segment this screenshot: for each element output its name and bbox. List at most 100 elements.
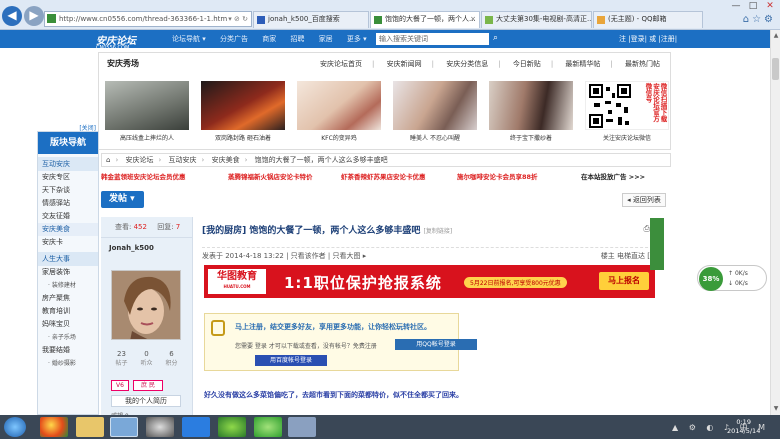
- new-post-button[interactable]: 发帖 ▾: [101, 191, 144, 208]
- banner-signup-button[interactable]: 马上报名: [599, 272, 649, 290]
- nav-item[interactable]: 分类广告: [220, 35, 248, 43]
- showcase-item[interactable]: 双岗路封路 砸石油着: [201, 81, 285, 142]
- document-app-icon[interactable]: [288, 417, 316, 437]
- close-tab-icon[interactable]: ×: [470, 12, 476, 27]
- address-controls-icon[interactable]: ▾ ⊘ ↻: [228, 12, 248, 26]
- nav-item[interactable]: 家居: [319, 35, 333, 43]
- search-input[interactable]: 输入搜索关键词: [376, 33, 489, 45]
- avatar[interactable]: [111, 270, 181, 340]
- nav-item[interactable]: 论坛导航 ▾: [172, 35, 206, 43]
- tab-baidu[interactable]: jonah_k500_百度搜索: [253, 11, 369, 28]
- post-count[interactable]: 23: [109, 350, 134, 358]
- showcase-link[interactable]: 安庆分类信息: [446, 60, 488, 68]
- ie-app-icon[interactable]: [110, 417, 138, 437]
- post-meta-text[interactable]: 发表于 2014-4-18 13:22 | 只看该作者 | 只看大图 ▸: [202, 252, 366, 260]
- sidebar-item[interactable]: 我要结婚: [38, 344, 98, 357]
- ad-link[interactable]: 在本站投放广告 >>>: [581, 171, 645, 184]
- forward-icon[interactable]: ▶: [24, 6, 44, 26]
- sidebar-item[interactable]: 情感驿站: [38, 197, 98, 210]
- sidebar-item[interactable]: 房产聚焦: [38, 292, 98, 305]
- close-window-icon[interactable]: ✕: [762, 1, 778, 11]
- nav-item[interactable]: 商家: [262, 35, 276, 43]
- showcase-item[interactable]: 终于宝下撒纱着: [489, 81, 573, 142]
- sidebar-item[interactable]: 教育培训: [38, 305, 98, 318]
- ad-banner[interactable]: 华图教育 HUATU.COM 1:1职位保护抢报系统 5月22日前报名,可享受8…: [204, 265, 655, 298]
- sidebar-subitem[interactable]: · 婚纱摄影: [38, 357, 98, 370]
- showcase-item[interactable]: 微信扫描下载 安庆论坛官方 微信号 关注安庆论坛微信: [585, 81, 669, 142]
- copy-link[interactable]: [复制链接]: [424, 228, 453, 235]
- showcase-image: [489, 81, 573, 130]
- sidebar-subitem[interactable]: · 装修建材: [38, 279, 98, 292]
- site-logo[interactable]: 安庆论坛 CN0556.COM: [96, 32, 136, 51]
- showcase-link[interactable]: 安庆论坛首页: [320, 60, 362, 68]
- tab-video[interactable]: 大丈夫第30集-电视剧-高清正...: [481, 11, 592, 28]
- breadcrumb-item[interactable]: 安庆论坛: [126, 156, 154, 164]
- scroll-up-icon[interactable]: ▲: [772, 32, 780, 40]
- tab-current-thread[interactable]: 饱饱的大餐了一顿，两个人... ×: [370, 11, 480, 28]
- profile-button[interactable]: 我的个人简历: [111, 395, 181, 407]
- sidebar-close-link[interactable]: [关闭]: [79, 123, 96, 132]
- showcase-link[interactable]: 今日新贴: [513, 60, 541, 68]
- scroll-down-icon[interactable]: ▼: [772, 405, 780, 413]
- player-app-icon[interactable]: [182, 417, 210, 437]
- showcase-link[interactable]: 最新精华帖: [565, 60, 600, 68]
- login-links[interactable]: 注 |登录| 或 |注册|: [619, 34, 677, 44]
- page-scrollbar[interactable]: ▲ ▼: [770, 30, 780, 415]
- sidebar-section-title[interactable]: 互动安庆: [38, 157, 98, 171]
- app-icon[interactable]: [254, 417, 282, 437]
- network-speed-widget[interactable]: 38% ↑ 0K/s ↓ 0K/s: [697, 265, 767, 291]
- ad-link[interactable]: 韩金蓝领班安庆论坛会员优惠: [101, 171, 186, 184]
- sidebar-item[interactable]: 家居装饰: [38, 266, 98, 279]
- breadcrumb-item[interactable]: 互动安庆: [169, 156, 197, 164]
- follower-count[interactable]: 0: [134, 350, 159, 358]
- sidebar-subitem[interactable]: · 亲子乐场: [38, 331, 98, 344]
- folder-app-icon[interactable]: [76, 417, 104, 437]
- nav-item[interactable]: 招聘: [290, 35, 304, 43]
- breadcrumb-item[interactable]: 饱饱的大餐了一顿，两个人这么多够丰盛吧: [255, 156, 388, 164]
- maximize-icon[interactable]: □: [745, 1, 761, 11]
- score-count[interactable]: 6: [159, 350, 184, 358]
- search-icon[interactable]: ⌕: [493, 33, 505, 45]
- tab-title: 大丈夫第30集-电视剧-高清正...: [496, 15, 592, 23]
- nav-item[interactable]: 更多 ▾: [347, 35, 367, 43]
- scroll-thumb[interactable]: [772, 58, 779, 80]
- media-app-icon[interactable]: [146, 417, 174, 437]
- showcase-caption: 双岗路封路 砸石油着: [215, 135, 271, 142]
- back-to-list-button[interactable]: ◂ 返回列表: [622, 193, 666, 207]
- sidebar-item[interactable]: 妈咪宝贝: [38, 318, 98, 331]
- showcase-link[interactable]: 最新热门帖: [625, 60, 660, 68]
- ad-link[interactable]: 蒸腾锦福新火锅店安论卡特价: [228, 171, 313, 184]
- showcase-item[interactable]: KFC的变异鸡: [297, 81, 381, 142]
- ad-link[interactable]: 施尔咖啡安论卡会员享88折: [457, 171, 538, 184]
- showcase-link[interactable]: 安庆新闻网: [387, 60, 422, 68]
- author-name[interactable]: Jonah_k500: [109, 244, 192, 252]
- chrome-app-icon[interactable]: [40, 417, 68, 437]
- minimize-icon[interactable]: —: [728, 1, 744, 11]
- sidebar-item-active[interactable]: 安庆美食: [38, 223, 98, 236]
- ad-link[interactable]: 虾茶香辣虾苏果店安论卡优惠: [341, 171, 426, 184]
- showcase-item[interactable]: 睡美人 不忍心叫醒: [393, 81, 477, 142]
- toolbar-icons[interactable]: ⌂☆⚙: [743, 14, 776, 25]
- sidebar-item[interactable]: 交友征婚: [38, 210, 98, 223]
- register-text[interactable]: 您需要 登录 才可以下载或查看，没有帐号？免费注册: [235, 341, 377, 350]
- sidebar-item[interactable]: 天下杂谈: [38, 184, 98, 197]
- qq-app-icon[interactable]: [218, 417, 246, 437]
- showcase-item[interactable]: 高压线盒上摔烂的人: [105, 81, 189, 142]
- address-bar[interactable]: http://www.cn0556.com/thread-363366-1-1.…: [44, 11, 252, 27]
- back-icon[interactable]: ◀: [2, 6, 22, 26]
- sidebar-item[interactable]: 安庆专区: [38, 171, 98, 184]
- post-count-label: 帖子: [115, 360, 128, 367]
- clock[interactable]: 0:19 2014/5/14: [727, 418, 760, 436]
- sidebar-section-title[interactable]: 人生大事: [38, 252, 98, 266]
- register-headline[interactable]: 马上注册，结交更多好友，享用更多功能，让你轻松玩转社区。: [235, 322, 431, 332]
- sidebar-item[interactable]: 安庆卡: [38, 236, 98, 249]
- baidu-login-button[interactable]: 用百度帐号登录: [255, 355, 327, 366]
- side-qr-tab[interactable]: [650, 218, 664, 270]
- tab-qqmail[interactable]: (无主题) - QQ邮箱: [593, 11, 703, 28]
- showcase-image: [105, 81, 189, 130]
- start-button-icon[interactable]: [4, 417, 26, 437]
- breadcrumb-item[interactable]: 安庆美食: [212, 156, 240, 164]
- home-icon[interactable]: ⌂: [106, 156, 110, 164]
- showcase-image: [297, 81, 381, 130]
- qq-login-button[interactable]: 用QQ帐号登录: [395, 339, 477, 350]
